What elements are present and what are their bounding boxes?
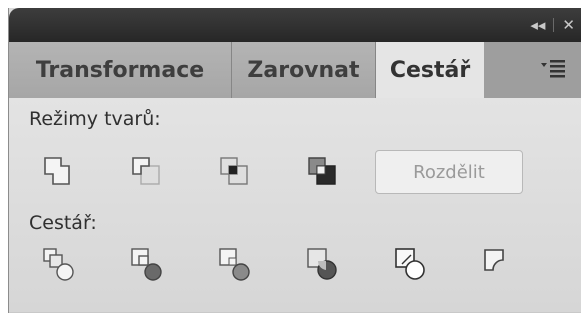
crop-icon[interactable] bbox=[305, 246, 343, 284]
trim-icon[interactable] bbox=[129, 246, 167, 284]
merge-icon[interactable] bbox=[217, 246, 255, 284]
collapse-icon[interactable]: ◂◂ bbox=[530, 16, 545, 34]
unite-icon[interactable] bbox=[41, 154, 79, 192]
close-icon[interactable]: ✕ bbox=[562, 16, 575, 34]
tab-bar: Transformace Zarovnat Cestář bbox=[9, 42, 581, 99]
titlebar-separator bbox=[553, 18, 555, 32]
pathfinder-panel: ◂◂ ✕ Transformace Zarovnat Cestář Režimy… bbox=[8, 8, 581, 313]
shape-modes-label: Režimy tvarů: bbox=[29, 108, 161, 130]
exclude-icon[interactable] bbox=[305, 154, 343, 192]
tab-zarovnat[interactable]: Zarovnat bbox=[232, 42, 376, 98]
tab-transformace[interactable]: Transformace bbox=[9, 42, 232, 98]
titlebar-controls: ◂◂ ✕ bbox=[530, 15, 575, 35]
outline-icon[interactable] bbox=[393, 246, 431, 284]
panel-content: Režimy tvarů: Rozdělit Cestář: bbox=[9, 98, 581, 313]
panel-titlebar: ◂◂ ✕ bbox=[9, 8, 581, 42]
divide-button[interactable]: Rozdělit bbox=[375, 150, 523, 194]
intersect-icon[interactable] bbox=[217, 154, 255, 192]
divide-icon[interactable] bbox=[41, 246, 79, 284]
pathfinders-label: Cestář: bbox=[29, 212, 97, 234]
minus-front-icon[interactable] bbox=[129, 154, 167, 192]
tab-cestar[interactable]: Cestář bbox=[376, 42, 484, 99]
panel-menu-icon[interactable] bbox=[541, 57, 567, 79]
minus-back-icon[interactable] bbox=[481, 246, 519, 284]
